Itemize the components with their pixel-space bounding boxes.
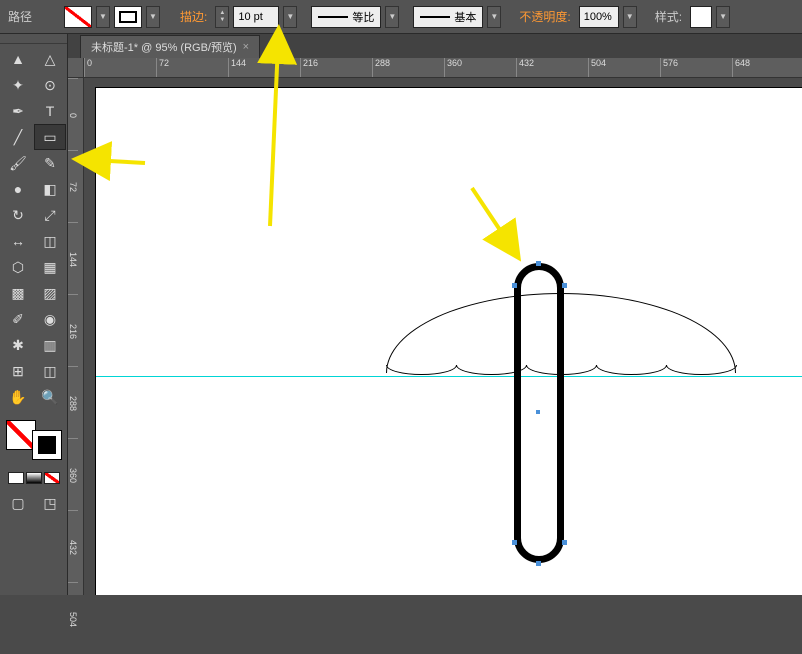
ruler-tick: 144	[228, 58, 300, 78]
opacity-dropdown[interactable]	[623, 6, 637, 28]
ruler-tick: 360	[444, 58, 516, 78]
color-mode-gradient[interactable]	[26, 472, 42, 484]
anchor-point[interactable]	[536, 561, 541, 566]
tool-pencil[interactable]: ✎	[34, 150, 66, 176]
options-bar: 路径 描边: 10 pt 等比 基本 不透明度: 100% 样式:	[0, 0, 802, 34]
ruler-origin[interactable]	[68, 58, 84, 78]
profile-dropdown[interactable]	[385, 6, 399, 28]
tool-blend[interactable]: ◉	[34, 306, 66, 332]
ruler-tick: 360	[68, 438, 78, 510]
opacity-field[interactable]: 100%	[579, 6, 619, 28]
fill-swatch[interactable]	[64, 6, 92, 28]
tool-line[interactable]: ╱	[2, 124, 34, 150]
color-mode-none[interactable]	[44, 472, 60, 484]
tool-shape-builder[interactable]: ⬡	[2, 254, 34, 280]
ruler-tick: 648	[732, 58, 802, 78]
brush-definition[interactable]: 基本	[413, 6, 483, 28]
document-tabs: 未标题-1* @ 95% (RGB/预览) ×	[0, 34, 802, 58]
brush-dropdown[interactable]	[487, 6, 501, 28]
tool-pen[interactable]: ✒	[2, 98, 34, 124]
tool-mesh[interactable]: ▩	[2, 280, 34, 306]
stroke-indicator[interactable]	[32, 430, 62, 460]
canvas[interactable]	[84, 78, 802, 595]
color-mode-solid[interactable]	[8, 472, 24, 484]
stroke-weight-spinner[interactable]	[215, 6, 229, 28]
tool-width[interactable]: ↔	[2, 228, 34, 254]
tools-panel: ▲△✦⊙✒T╱▭🖌✎●◧↻⤢↔◫⬡▦▩▨✐◉✱▥⊞◫✋🔍 ▢◳	[0, 34, 68, 595]
anchor-point[interactable]	[512, 283, 517, 288]
style-dropdown[interactable]	[716, 6, 730, 28]
panel-grip[interactable]	[0, 34, 67, 44]
tab-title: 未标题-1* @ 95% (RGB/预览)	[91, 39, 237, 55]
style-label: 样式:	[651, 8, 686, 25]
tool-type[interactable]: T	[34, 98, 66, 124]
ruler-tick: 504	[68, 582, 78, 654]
tab-close-icon[interactable]: ×	[243, 41, 249, 53]
tool-magic-wand[interactable]: ✦	[2, 72, 34, 98]
stroke-label: 描边:	[176, 8, 211, 25]
tool-change-screen[interactable]: ◳	[34, 490, 66, 516]
tool-free-transform[interactable]: ◫	[34, 228, 66, 254]
anchor-point[interactable]	[562, 283, 567, 288]
anchor-point[interactable]	[512, 540, 517, 545]
stroke-weight-dropdown[interactable]	[283, 6, 297, 28]
scallop	[386, 365, 457, 375]
horizontal-ruler[interactable]: 072144216288360432504576648	[84, 58, 802, 78]
tool-column-graph[interactable]: ▥	[34, 332, 66, 358]
style-swatch[interactable]	[690, 6, 712, 28]
ruler-tick: 0	[68, 78, 78, 150]
tool-rectangle[interactable]: ▭	[34, 124, 66, 150]
tool-hand[interactable]: ✋	[2, 384, 34, 410]
ruler-tick: 72	[156, 58, 228, 78]
ruler-tick: 144	[68, 222, 78, 294]
tool-gradient[interactable]: ▨	[34, 280, 66, 306]
mode-label: 路径	[4, 8, 36, 25]
ruler-tick: 432	[516, 58, 588, 78]
tool-paintbrush[interactable]: 🖌	[2, 150, 34, 176]
vertical-ruler[interactable]: 072144216288360432504	[68, 78, 84, 595]
tool-blob[interactable]: ●	[2, 176, 34, 202]
variable-width-profile[interactable]: 等比	[311, 6, 381, 28]
anchor-point[interactable]	[562, 540, 567, 545]
ruler-tick: 576	[660, 58, 732, 78]
ruler-tick: 72	[68, 150, 78, 222]
ruler-tick: 216	[68, 294, 78, 366]
color-mode-row	[0, 468, 67, 488]
ruler-tick: 0	[84, 58, 156, 78]
stroke-weight-field[interactable]: 10 pt	[233, 6, 279, 28]
anchor-point[interactable]	[536, 261, 541, 266]
tool-lasso[interactable]: ⊙	[34, 72, 66, 98]
tool-slice[interactable]: ◫	[34, 358, 66, 384]
selection-center	[536, 410, 540, 414]
scallop	[596, 365, 667, 375]
tool-eraser[interactable]: ◧	[34, 176, 66, 202]
tool-screen-mode[interactable]: ▢	[2, 490, 34, 516]
fill-stroke-indicator[interactable]	[4, 418, 64, 462]
ruler-tick: 288	[372, 58, 444, 78]
tool-artboard[interactable]: ⊞	[2, 358, 34, 384]
tool-perspective[interactable]: ▦	[34, 254, 66, 280]
ruler-tick: 288	[68, 366, 78, 438]
document-tab[interactable]: 未标题-1* @ 95% (RGB/预览) ×	[80, 35, 260, 58]
stroke-dropdown[interactable]	[146, 6, 160, 28]
stroke-swatch[interactable]	[114, 6, 142, 28]
tool-direct-selection[interactable]: △	[34, 46, 66, 72]
tool-eyedropper[interactable]: ✐	[2, 306, 34, 332]
ruler-tick: 504	[588, 58, 660, 78]
tool-scale[interactable]: ⤢	[34, 202, 66, 228]
ruler-tick: 432	[68, 510, 78, 582]
opacity-label: 不透明度:	[515, 8, 574, 25]
ruler-tick: 216	[300, 58, 372, 78]
tool-symbol-sprayer[interactable]: ✱	[2, 332, 34, 358]
scallop	[666, 365, 737, 375]
tool-selection[interactable]: ▲	[2, 46, 34, 72]
tool-rotate[interactable]: ↻	[2, 202, 34, 228]
tool-zoom[interactable]: 🔍	[34, 384, 66, 410]
artboard	[96, 88, 802, 595]
fill-dropdown[interactable]	[96, 6, 110, 28]
